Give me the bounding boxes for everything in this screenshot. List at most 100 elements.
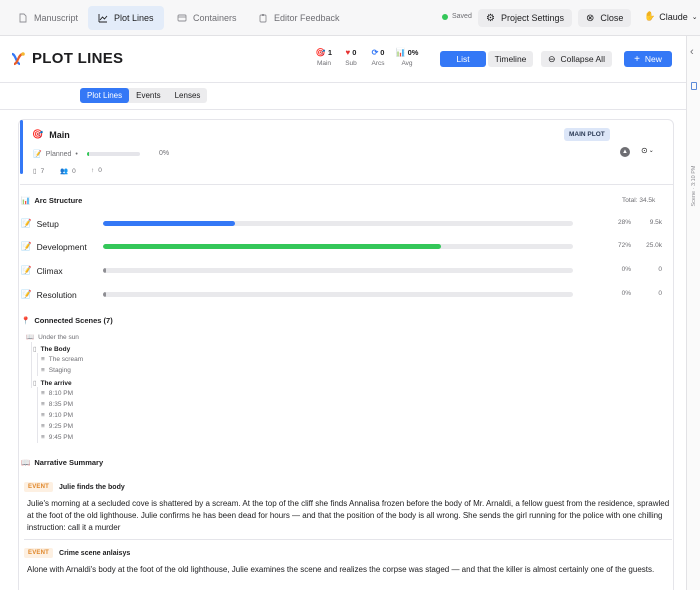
subtab-plot-lines[interactable]: Plot Lines [80, 88, 130, 103]
connected-scenes-heading: 📍 Connected Scenes (7) [21, 316, 113, 325]
arc-row-development[interactable]: 📝 Development 72% 25.0k [21, 240, 671, 252]
scene-document-icon[interactable] [691, 82, 697, 90]
meta-docs: ▯ 7 [33, 167, 45, 176]
event-item[interactable]: EVENT Julie finds the body Julie's morni… [24, 482, 672, 534]
meta-pins-count: 0 [98, 167, 102, 174]
subtab-lenses[interactable]: Lenses [168, 88, 208, 103]
tree-scene[interactable]: ≡ Staging [41, 367, 71, 374]
event-body: Alone with Arnaldi's body at the foot of… [27, 565, 655, 574]
plot-title-row[interactable]: 🎯 Main [32, 129, 70, 140]
arc-row-label: Development [36, 241, 87, 252]
hand-icon: ✋ [644, 11, 656, 21]
view-timeline-button[interactable]: Timeline [488, 51, 533, 67]
notepad-icon: 📝 [21, 241, 32, 251]
tree-guide [37, 387, 38, 443]
plot-lines-logo-icon [11, 51, 25, 65]
saved-dot-icon [442, 13, 448, 20]
clipboard-icon [259, 14, 267, 23]
arc-progress-fill [103, 221, 235, 226]
event-title: Crime scene anlaisys [59, 549, 131, 557]
plot-status[interactable]: 📝 Planned • [33, 150, 78, 159]
tab-manuscript[interactable]: Manuscript [8, 6, 88, 30]
tree-scene-label: Staging [48, 367, 71, 374]
stat-avg-value: 0% [407, 48, 419, 57]
event-item[interactable]: EVENT Crime scene anlaisys Alone with Ar… [24, 548, 672, 576]
arc-row-climax[interactable]: 📝 Climax 0% 0 [21, 264, 671, 276]
notepad-icon: 📝 [21, 265, 32, 275]
collapse-all-button[interactable]: ⊖ Collapse All [541, 51, 612, 67]
people-icon: 👥 [60, 168, 69, 175]
arc-total: Total: 34.5k [622, 197, 656, 204]
new-label: New [644, 54, 662, 64]
tree-chapter-label: The arrive [40, 379, 72, 387]
new-button[interactable]: + New [624, 51, 672, 67]
top-toolbar: Manuscript Plot Lines Containers Editor … [0, 0, 700, 36]
event-title: Julie finds the body [59, 483, 125, 491]
arc-row-label: Resolution [36, 289, 77, 300]
meta-people: 👥 0 [60, 167, 76, 176]
collapse-icon: ⊖ [548, 53, 556, 64]
stat-avg-label: Avg [401, 60, 413, 67]
tree-scene[interactable]: ≡ 9:25 PM [41, 423, 73, 430]
tab-editor-feedback[interactable]: Editor Feedback [248, 6, 350, 30]
scene-icon: ≡ [41, 367, 45, 374]
scene-icon: ≡ [41, 390, 45, 397]
tab-containers[interactable]: Containers [167, 6, 247, 30]
arc-row-label: Setup [36, 218, 59, 229]
arc-progress-track [103, 221, 573, 226]
arc-word-count: 9.5k [649, 219, 662, 226]
tab-editor-feedback-label: Editor Feedback [274, 13, 340, 23]
document-icon: ▯ [33, 346, 37, 353]
tree-scene[interactable]: ≡ 9:10 PM [41, 412, 73, 419]
more-options-button[interactable]: ⊙ ⌄ [641, 146, 654, 155]
notepad-icon: 📝 [33, 151, 42, 158]
event-body: Julie's morning at a secluded cove is sh… [27, 499, 670, 532]
tree-chapter[interactable]: ▯ The arrive [33, 379, 72, 388]
subtab-bar: Plot Lines Events Lenses [80, 88, 208, 103]
tree-chapter[interactable]: ▯ The Body [33, 345, 70, 354]
tree-scene[interactable]: ≡ The scream [41, 356, 83, 363]
meta-docs-count: 7 [40, 167, 45, 175]
plot-accent-bar [20, 120, 23, 174]
chevron-left-icon[interactable]: ‹ [690, 46, 694, 58]
meta-pins: ↑ 0 [91, 167, 102, 174]
subtab-events[interactable]: Events [129, 88, 167, 103]
tab-plot-lines[interactable]: Plot Lines [88, 6, 164, 30]
stat-sub-label: Sub [345, 60, 357, 67]
arc-word-count: 0 [658, 266, 662, 273]
header-divider [0, 82, 686, 83]
tree-root[interactable]: 📖 Under the sun [26, 333, 79, 342]
plot-progress-percent: 0% [159, 150, 170, 157]
open-book-icon: 📖 [21, 458, 31, 467]
notepad-icon: 📝 [21, 218, 32, 228]
chevron-up-icon[interactable]: ▲ [620, 147, 630, 157]
collapse-all-label: Collapse All [560, 54, 605, 64]
arc-row-resolution[interactable]: 📝 Resolution 0% 0 [21, 288, 671, 300]
tree-root-label: Under the sun [38, 333, 79, 341]
plot-progress-bar [87, 152, 140, 156]
event-tag: EVENT [24, 482, 54, 492]
heart-icon: ♥ [345, 48, 351, 57]
bar-chart-icon: 📊 [21, 196, 31, 205]
tree-scene-label: 8:35 PM [48, 401, 74, 408]
document-icon [19, 13, 27, 23]
user-name: Claude [659, 11, 688, 22]
arc-row-setup[interactable]: 📝 Setup 28% 9.5k [21, 217, 671, 229]
pin-icon: ↑ [91, 167, 95, 174]
close-button[interactable]: ⊗ Close [578, 9, 632, 27]
right-sidebar-rail: ‹ Scene · 3:10 PM [686, 36, 700, 590]
scene-icon: ≡ [41, 412, 45, 419]
arc-progress-fill [103, 292, 106, 297]
arc-progress-track [103, 292, 573, 297]
tree-scene[interactable]: ≡ 8:35 PM [41, 401, 73, 408]
plot-title: Main [49, 129, 70, 140]
project-settings-button[interactable]: ⚙ Project Settings [478, 9, 572, 27]
user-menu[interactable]: ✋ Claude ⌄ [644, 11, 698, 22]
meta-people-count: 0 [72, 167, 76, 175]
chevron-down-icon: ⌄ [691, 13, 698, 21]
tree-scene[interactable]: ≡ 8:10 PM [41, 390, 73, 397]
tree-scene-label: 9:45 PM [48, 434, 74, 441]
view-list-button[interactable]: List [440, 51, 486, 67]
saved-label: Saved [452, 13, 472, 20]
tree-scene[interactable]: ≡ 9:45 PM [41, 434, 73, 441]
